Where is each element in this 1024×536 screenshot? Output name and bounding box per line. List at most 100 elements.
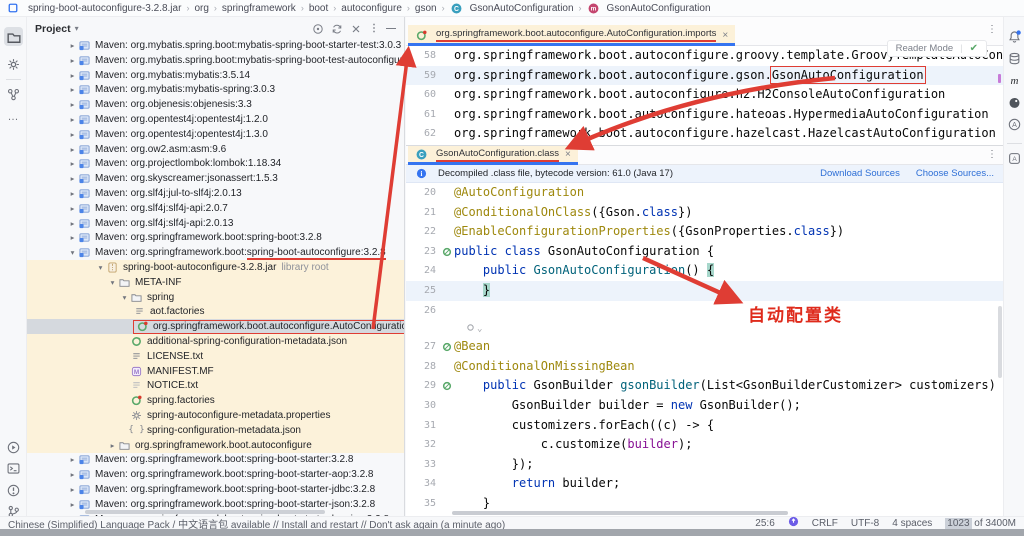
project-panel-title[interactable]: Project [35,23,71,35]
chevron-right-icon[interactable]: ▸ [67,455,78,464]
chevron-right-icon[interactable]: ▸ [67,189,78,198]
chevron-right-icon[interactable]: ▸ [67,115,78,124]
tree-row[interactable]: ▸Maven: org.springframework.boot:spring-… [27,452,404,467]
tree-row[interactable]: org.springframework.boot.autoconfigure.A… [27,319,404,334]
tree-row[interactable]: ▸Maven: org.mybatis:mybatis:3.5.14 [27,68,404,83]
imports-code-area[interactable]: 58org.springframework.boot.autoconfigure… [406,46,1003,144]
line-separator[interactable]: CRLF [812,518,838,529]
structure-icon[interactable] [4,85,23,104]
dependencies-icon[interactable]: A [1005,149,1024,168]
tree-row[interactable]: ▾spring-boot-autoconfigure-3.2.8.jarlibr… [27,260,404,275]
hide-panel-icon[interactable]: — [386,23,396,35]
ai-assistant-icon[interactable]: A [1005,115,1024,134]
editor-imports[interactable]: org.springframework.boot.autoconfigure.A… [406,17,1003,145]
spring-bean-gutter-icon[interactable] [440,242,454,262]
more-tool-windows-icon[interactable]: … [4,107,23,126]
code-line-31[interactable]: 31 customizers.forEach((c) -> { [406,416,1003,436]
database-icon[interactable] [1005,49,1024,68]
tree-row[interactable]: ▸Maven: org.opentest4j:opentest4j:1.2.0 [27,112,404,127]
more-options-icon[interactable]: ⋮ [369,23,379,35]
breadcrumb-item[interactable]: autoconfigure [341,3,402,14]
chevron-right-icon[interactable]: ▸ [67,233,78,242]
code-line-28[interactable]: 28@ConditionalOnMissingBean [406,357,1003,377]
code-line-61[interactable]: 61org.springframework.boot.autoconfigure… [406,105,1003,125]
breadcrumb-item[interactable]: spring-boot-autoconfigure-3.2.8.jar [28,3,181,14]
chevron-down-icon[interactable]: ▾ [107,278,118,287]
notifications-icon[interactable] [1005,27,1024,46]
update-icon[interactable] [788,516,799,530]
rescan-icon[interactable] [331,23,343,35]
chevron-right-icon[interactable]: ▸ [67,485,78,494]
code-line-34[interactable]: 34 return builder; [406,474,1003,494]
chevron-down-icon[interactable]: ▾ [95,263,106,272]
code-line-24[interactable]: 24 public GsonAutoConfiguration() { [406,261,1003,281]
tree-row[interactable]: ▸Maven: org.mybatis.spring.boot:mybatis-… [27,53,404,68]
breadcrumb-item[interactable]: mGsonAutoConfiguration [587,2,711,14]
tree-row[interactable]: ▸Maven: org.mybatis:mybatis-spring:3.0.3 [27,82,404,97]
more-options-icon[interactable]: ⋮ [987,149,997,160]
code-line-60[interactable]: 60org.springframework.boot.autoconfigure… [406,85,1003,105]
code-line-59[interactable]: 59org.springframework.boot.autoconfigure… [406,66,1003,86]
horizontal-scrollbar[interactable] [452,511,788,515]
tree-row[interactable]: ▾Maven: org.springframework.boot:spring-… [27,245,404,260]
tree-row[interactable]: ▸Maven: org.ow2.asm:asm:9.6 [27,142,404,157]
breadcrumb-item[interactable]: springframework [222,3,296,14]
memory-indicator[interactable]: 1023 of 3400M [945,518,1016,529]
code-line-21[interactable]: 21@ConditionalOnClass({Gson.class}) [406,203,1003,223]
tree-row[interactable]: ▸org.springframework.boot.autoconfigure [27,438,404,453]
chevron-right-icon[interactable]: ▸ [107,441,118,450]
chevron-down-icon[interactable]: ▾ [119,293,130,302]
settings-gear-icon[interactable] [4,55,23,74]
tree-row[interactable]: spring.factories [27,393,404,408]
code-line-29[interactable]: 29 public GsonBuilder gsonBuilder(List<G… [406,376,1003,396]
chevron-right-icon[interactable]: ▸ [67,500,78,509]
choose-sources-link[interactable]: Choose Sources... [916,168,994,179]
spring-bean-gutter-icon[interactable] [440,337,454,357]
chevron-right-icon[interactable]: ▸ [67,174,78,183]
project-tree[interactable]: ▸Maven: org.mybatis.spring.boot:mybatis-… [27,38,404,516]
tree-horizontal-scrollbar[interactable] [85,510,325,514]
tree-row[interactable]: ▸Maven: org.projectlombok:lombok:1.18.34 [27,156,404,171]
chevron-right-icon[interactable]: ▸ [67,219,78,228]
tab-autoconfiguration-imports[interactable]: org.springframework.boot.autoconfigure.A… [408,25,735,45]
close-icon[interactable]: × [722,30,728,41]
chevron-right-icon[interactable]: ▸ [67,85,78,94]
run-icon[interactable] [4,438,23,457]
tree-row[interactable]: ▸Maven: org.springframework.boot:spring-… [27,230,404,245]
tree-row[interactable]: aot.factories [27,304,404,319]
chevron-right-icon[interactable]: ▸ [67,56,78,65]
tree-row[interactable]: ▸Maven: org.slf4j:slf4j-api:2.0.7 [27,201,404,216]
spring-bean-gutter-icon[interactable] [440,376,454,396]
chevron-right-icon[interactable]: ▸ [67,204,78,213]
tree-row[interactable]: ▾spring [27,290,404,305]
gradle-icon[interactable] [1005,93,1024,112]
tree-row[interactable]: additional-spring-configuration-metadata… [27,334,404,349]
chevron-down-icon[interactable]: ▾ [67,248,78,257]
inlay-hint[interactable]: ⌄ [406,320,1003,337]
chevron-right-icon[interactable]: ▸ [67,71,78,80]
caret-position[interactable]: 25:6 [755,518,774,529]
tree-row[interactable]: ▸Maven: org.slf4j:jul-to-slf4j:2.0.13 [27,186,404,201]
class-code-area[interactable]: 20@AutoConfiguration21@ConditionalOnClas… [406,183,1003,514]
tab-gsonautoconfiguration-class[interactable]: C GsonAutoConfiguration.class × [408,145,578,164]
code-line-23[interactable]: 23public class GsonAutoConfiguration { [406,242,1003,262]
tree-row[interactable]: ▸Maven: org.skyscreamer:jsonassert:1.5.3 [27,171,404,186]
indent-setting[interactable]: 4 spaces [892,518,932,529]
terminal-icon[interactable] [4,459,23,478]
tree-row[interactable]: ▸Maven: org.objenesis:objenesis:3.3 [27,97,404,112]
tree-row[interactable]: ▸Maven: org.opentest4j:opentest4j:1.3.0 [27,127,404,142]
code-line-20[interactable]: 20@AutoConfiguration [406,183,1003,203]
download-sources-link[interactable]: Download Sources [820,168,900,179]
close-icon[interactable]: × [565,149,571,160]
breadcrumb-item[interactable]: org [194,3,208,14]
editor-decompiled-class[interactable]: C GsonAutoConfiguration.class × ⋮ i Deco… [406,145,1003,518]
code-line-22[interactable]: 22@EnableConfigurationProperties({GsonPr… [406,222,1003,242]
tree-row[interactable]: NOTICE.txt [27,378,404,393]
breadcrumb-item[interactable]: gson [415,3,437,14]
code-line-33[interactable]: 33 }); [406,455,1003,475]
tree-row[interactable]: LICENSE.txt [27,349,404,364]
code-line-26[interactable]: 26 [406,301,1003,321]
collapse-all-icon[interactable] [350,23,362,35]
code-line-32[interactable]: 32 c.customize(builder); [406,435,1003,455]
chevron-right-icon[interactable]: ▸ [67,145,78,154]
